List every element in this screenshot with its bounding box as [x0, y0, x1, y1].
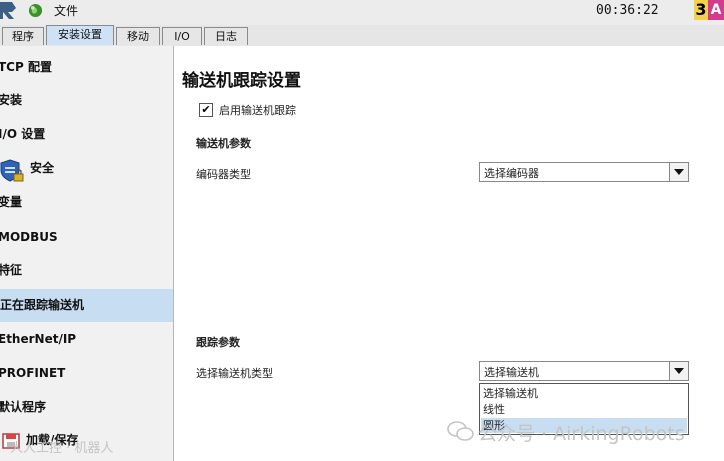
sidebar-item-conveyor-tracking[interactable]: 正在跟踪输送机	[0, 289, 173, 322]
clock-display: 00:36:22	[596, 3, 659, 18]
encoder-type-value: 选择编码器	[484, 167, 539, 180]
tracking-params-heading: 跟踪参数	[196, 336, 240, 349]
sidebar-item-modbus[interactable]: MODBUS	[0, 221, 171, 254]
chevron-down-icon[interactable]	[669, 362, 688, 380]
sidebar-item-profinet[interactable]: PROFINET	[0, 357, 171, 390]
mode-badge[interactable]: A	[708, 0, 724, 20]
dropdown-option[interactable]: 选择输送机	[481, 386, 687, 401]
sidebar-item-features[interactable]: 特征	[0, 254, 171, 287]
page-title: 输送机跟踪设置	[182, 71, 301, 91]
tab-log[interactable]: 日志	[204, 27, 248, 45]
wechat-icon	[447, 421, 474, 441]
sidebar-item-variables[interactable]: 变量	[0, 186, 171, 219]
sidebar-item-ethernet-ip[interactable]: EtherNet/IP	[0, 323, 171, 356]
tab-program[interactable]: 程序	[2, 27, 44, 45]
watermark-text: 公众号 · AirkingRobots	[478, 423, 685, 445]
sidebar-item-mounting[interactable]: 安装	[0, 84, 171, 117]
enable-conveyor-tracking-label: 启用输送机跟踪	[219, 104, 296, 117]
watermark-text-left: 人人工控 · 机器人	[10, 441, 114, 456]
conveyor-type-value: 选择输送机	[484, 366, 539, 379]
globe-icon[interactable]	[28, 3, 43, 18]
tab-move[interactable]: 移动	[116, 27, 160, 45]
encoder-type-select[interactable]: 选择编码器	[479, 162, 689, 182]
dropdown-option[interactable]: 线性	[481, 402, 687, 417]
speed-badge[interactable]: 3	[694, 0, 708, 20]
encoder-type-label: 编码器类型	[196, 168, 251, 181]
sidebar-item-tcp[interactable]: TCP 配置	[0, 51, 171, 84]
conveyor-tracking-panel: 输送机跟踪设置 ✔ 启用输送机跟踪 输送机参数 编码器类型 选择编码器 跟踪参数…	[174, 46, 724, 461]
conveyor-params-heading: 输送机参数	[196, 137, 251, 150]
enable-conveyor-tracking-checkbox[interactable]: ✔	[199, 103, 213, 117]
sidebar-item-default-program[interactable]: 默认程序	[0, 391, 171, 424]
chevron-down-icon[interactable]	[669, 163, 688, 181]
sidebar-item-safety[interactable]: 安全	[0, 152, 173, 185]
sidebar: TCP 配置 安装 I/O 设置 安全 变量 MODBUS 特征 正在跟踪输送机…	[0, 46, 174, 461]
sidebar-item-io-setup[interactable]: I/O 设置	[0, 118, 171, 151]
tab-io[interactable]: I/O	[162, 27, 202, 45]
top-bar: 文件 00:36:22 3 A	[0, 0, 724, 25]
conveyor-type-select[interactable]: 选择输送机	[479, 361, 689, 381]
robot-logo-icon	[0, 2, 16, 19]
tab-installation[interactable]: 安装设置	[46, 25, 114, 45]
conveyor-type-label: 选择输送机类型	[196, 367, 273, 380]
file-menu[interactable]: 文件	[54, 2, 78, 19]
tab-bar: 程序 安装设置 移动 I/O 日志	[0, 25, 724, 47]
